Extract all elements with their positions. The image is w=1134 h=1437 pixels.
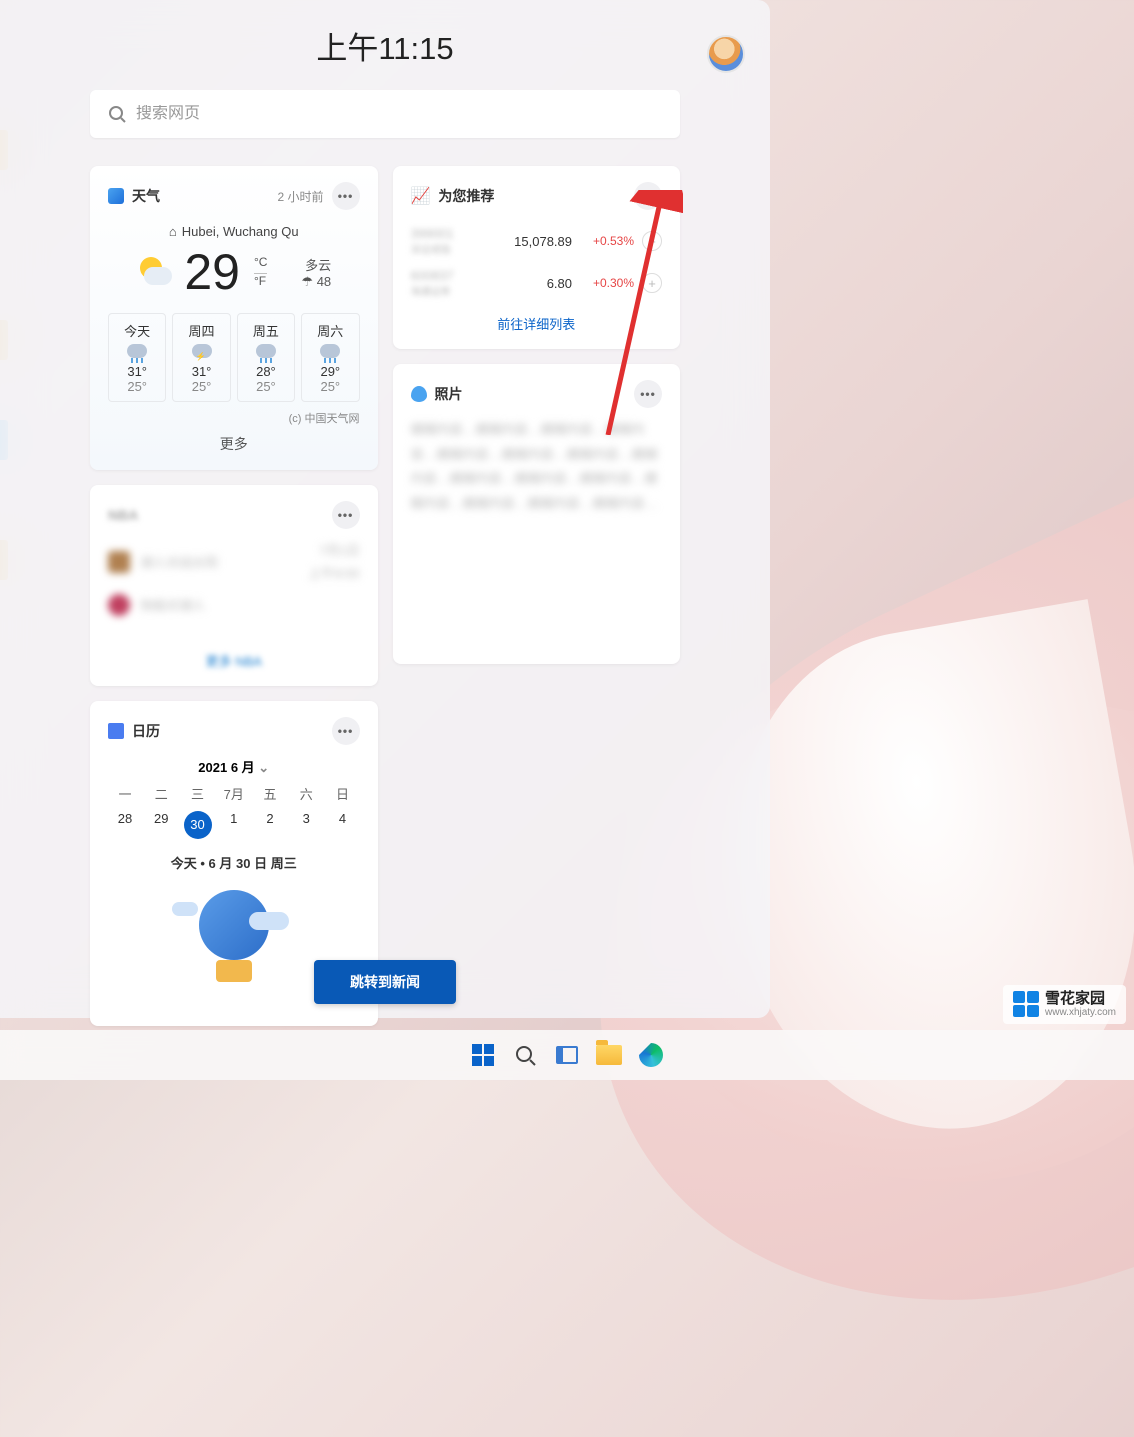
sports-more-button[interactable]: •••	[332, 501, 360, 529]
onedrive-icon	[411, 386, 427, 402]
photos-more-button[interactable]: •••	[634, 380, 662, 408]
calendar-day[interactable]: 2	[253, 811, 287, 839]
stock-pct: +0.30%	[580, 276, 634, 290]
sports-title: NBA	[108, 507, 138, 523]
weather-humidity: ☂ 48	[301, 274, 331, 290]
forecast-day[interactable]: 周六29°25°	[301, 313, 359, 402]
calendar-illustration-icon	[184, 890, 284, 1010]
taskbar	[0, 1030, 1134, 1080]
forecast-day[interactable]: 今天31°25°	[108, 313, 166, 402]
sports-card[interactable]: NBA ••• 湖人对战太阳7月1日上午9:00 快船对湖人 更多 NBA	[90, 485, 378, 686]
stocks-title: 为您推荐	[438, 186, 494, 206]
weather-icon	[108, 188, 124, 204]
search-bar[interactable]	[90, 90, 680, 138]
stocks-details-link[interactable]: 前往详细列表	[411, 314, 663, 333]
stock-value: 15,078.89	[498, 234, 572, 249]
calendar-day[interactable]: 29	[144, 811, 178, 839]
news-button[interactable]: 跳转到新闻	[314, 960, 456, 1004]
calendar-day[interactable]: 3	[289, 811, 323, 839]
trending-icon: 📈	[411, 186, 431, 206]
calendar-icon	[108, 723, 124, 739]
stocks-more-button[interactable]: •••	[634, 182, 662, 210]
search-input[interactable]	[136, 105, 662, 123]
weather-condition: 多云	[301, 255, 331, 274]
weather-more-button[interactable]: •••	[332, 182, 360, 210]
sports-more-link[interactable]: 更多 NBA	[108, 651, 360, 670]
weather-more-link[interactable]: 更多	[108, 434, 360, 454]
calendar-more-button[interactable]: •••	[332, 717, 360, 745]
start-button[interactable]	[468, 1040, 498, 1070]
avatar[interactable]	[707, 35, 745, 73]
stock-add-button[interactable]: +	[642, 273, 662, 293]
weather-title: 天气	[132, 186, 160, 206]
calendar-day[interactable]: 4	[326, 811, 360, 839]
calendar-today-text: 今天 • 6 月 30 日 周三	[108, 853, 360, 872]
stocks-card[interactable]: 📈 为您推荐 ••• 399001深证成指 15,078.89 +0.53% +…	[393, 166, 681, 349]
calendar-days-row: 28 29 30 1 2 3 4	[108, 811, 360, 839]
watermark: 雪花家园 www.xhjaty.com	[1003, 985, 1126, 1025]
calendar-weekday-header: 一二三7月五六日	[108, 784, 360, 803]
weather-timestamp: 2 小时前	[277, 188, 323, 205]
weather-attribution: (c) 中国天气网	[108, 410, 360, 426]
weather-forecast: 今天31°25° 周四31°25° 周五28°25° 周六29°25°	[108, 313, 360, 402]
watermark-logo-icon	[1013, 991, 1039, 1017]
widgets-panel: 上午11:15 天气 2 小时前 ••• Hubei, Wuchang Qu 2…	[0, 0, 770, 1018]
edge-button[interactable]	[636, 1040, 666, 1070]
calendar-month-picker[interactable]: 2021 6 月	[108, 757, 360, 776]
file-explorer-button[interactable]	[594, 1040, 624, 1070]
photos-title: 照片	[435, 384, 463, 404]
photos-card[interactable]: 照片 ••• 模糊内容…模糊内容…模糊内容…模糊内容…模糊内容…模糊内容…模糊内…	[393, 364, 681, 664]
calendar-day[interactable]: 28	[108, 811, 142, 839]
calendar-day-today[interactable]: 30	[184, 811, 212, 839]
weather-condition-icon	[136, 255, 170, 289]
task-view-button[interactable]	[552, 1040, 582, 1070]
calendar-title: 日历	[132, 721, 160, 741]
weather-units[interactable]: °C °F	[254, 255, 267, 289]
weather-temp: 29	[184, 243, 240, 301]
search-icon	[108, 105, 126, 123]
clock: 上午11:15	[316, 23, 453, 68]
weather-location: Hubei, Wuchang Qu	[108, 224, 360, 239]
forecast-day[interactable]: 周五28°25°	[237, 313, 295, 402]
weather-card[interactable]: 天气 2 小时前 ••• Hubei, Wuchang Qu 29 °C °F …	[90, 166, 378, 470]
calendar-day[interactable]: 1	[217, 811, 251, 839]
stock-value: 6.80	[498, 276, 572, 291]
forecast-day[interactable]: 周四31°25°	[172, 313, 230, 402]
stock-add-button[interactable]: +	[642, 231, 662, 251]
stock-row[interactable]: 399001深证成指 15,078.89 +0.53% +	[411, 220, 663, 262]
stock-row[interactable]: 600837海通证券 6.80 +0.30% +	[411, 262, 663, 304]
stock-pct: +0.53%	[580, 234, 634, 248]
taskbar-search-button[interactable]	[510, 1040, 540, 1070]
photos-content: 模糊内容…模糊内容…模糊内容…模糊内容…模糊内容…模糊内容…模糊内容…模糊内容……	[411, 418, 663, 648]
